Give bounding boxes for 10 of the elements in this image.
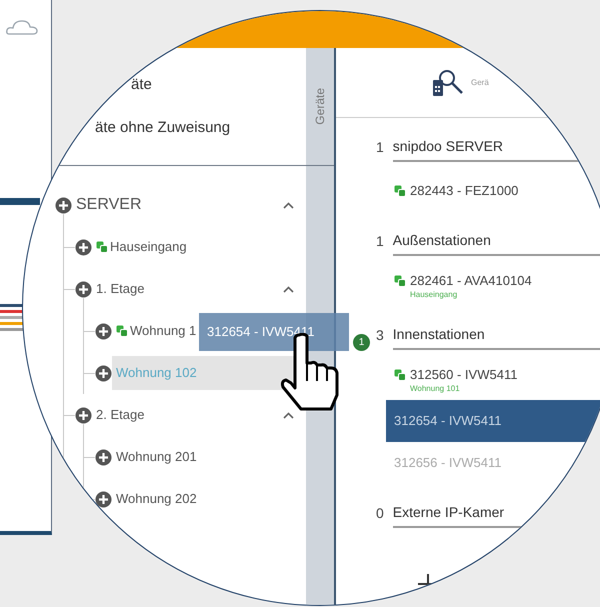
- count-badge: 1: [353, 334, 370, 351]
- devices-heading: Gerä: [471, 76, 489, 88]
- group-title: snipdoo SERVER: [392, 136, 600, 162]
- group-title: Externe IP-Kamer: [392, 502, 600, 528]
- group-count: 1: [376, 138, 384, 157]
- group-title: Außenstationen: [392, 230, 600, 256]
- group-count: 3: [376, 326, 384, 345]
- group-count: 0: [376, 504, 384, 523]
- group-title: Innenstationen: [392, 324, 600, 350]
- group-count: 1: [376, 232, 384, 251]
